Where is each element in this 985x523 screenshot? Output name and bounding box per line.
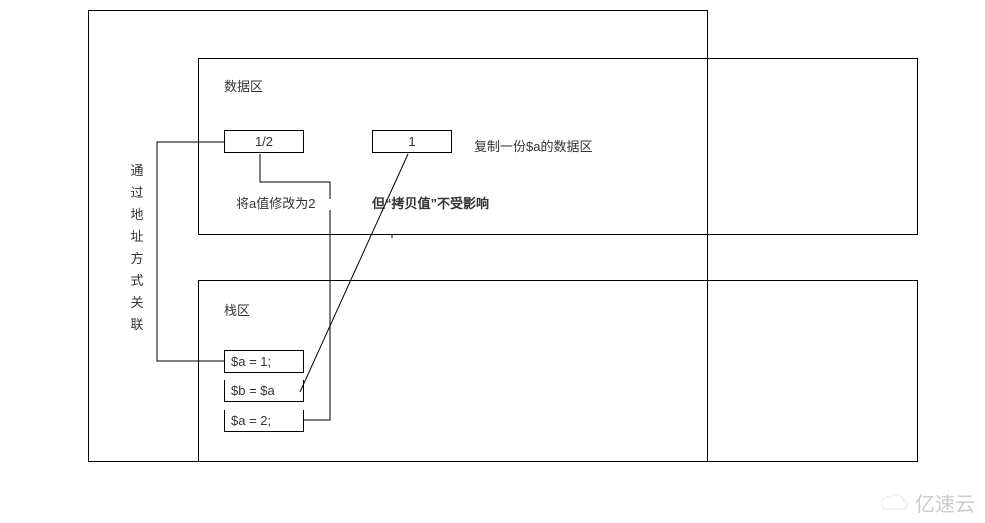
- data-box-right: 1: [372, 130, 452, 153]
- stack-area-title: 栈区: [224, 300, 250, 319]
- data-area-title: 数据区: [224, 76, 263, 95]
- stack-area-box: [198, 280, 918, 462]
- copy-emphasis: 但“拷贝值”不受影响: [372, 193, 489, 212]
- stack-row-1: $a = 1;: [224, 350, 304, 373]
- modify-note: 将a值修改为2: [236, 193, 315, 212]
- stack-row-3: $a = 2;: [224, 410, 304, 432]
- data-box-left: 1/2: [224, 130, 304, 153]
- watermark-text: 亿速云: [915, 488, 975, 517]
- cloud-icon: [881, 493, 911, 513]
- stack-row-2: $b = $a: [224, 380, 304, 402]
- vertical-caption: 通过地址方式关联: [130, 160, 144, 336]
- watermark: 亿速云: [881, 488, 975, 517]
- copy-note: 复制一份$a的数据区: [474, 136, 592, 155]
